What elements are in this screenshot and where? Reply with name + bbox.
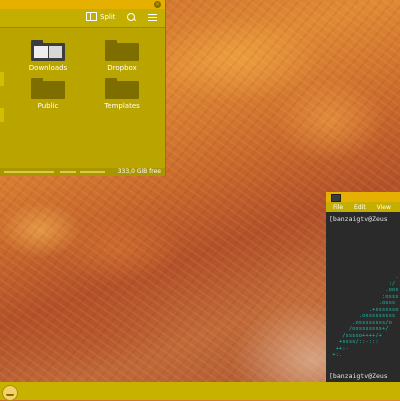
menu-file[interactable]: File	[333, 204, 343, 211]
partial-item	[0, 108, 4, 122]
split-icon	[86, 12, 97, 21]
ascii-logo: . :/ .oos :osss .osss .+sssssso .ossssss…	[332, 274, 399, 358]
terminal-icon	[331, 194, 341, 202]
folder-icon	[105, 78, 139, 99]
zoom-slider[interactable]	[4, 171, 54, 173]
file-manager-titlebar[interactable]: ×	[0, 0, 165, 9]
terminal-body[interactable]: [banzaigtv@Zeus . :/ .oos :osss .osss .+…	[326, 212, 400, 382]
thumbnail	[49, 46, 62, 58]
terminal-window: File Edit View [banzaigtv@Zeus . :/ .oos…	[326, 192, 400, 382]
search-icon[interactable]	[127, 13, 135, 21]
terminal-prompt: [banzaigtv@Zeus	[329, 372, 388, 380]
menu-edit[interactable]: Edit	[354, 204, 366, 211]
folder-item-templates[interactable]: Templates	[92, 78, 152, 110]
folder-label: Public	[37, 102, 59, 110]
terminal-menubar: File Edit View	[326, 202, 400, 212]
split-button[interactable]: Split	[86, 12, 116, 21]
status-bar: 333,0 GiB free	[0, 168, 165, 176]
file-manager-content: Downloads Dropbox Public Templates	[0, 28, 165, 168]
folder-item-dropbox[interactable]: Dropbox	[92, 40, 152, 72]
downloads-folder-icon	[31, 40, 65, 61]
bottom-panel	[0, 382, 400, 401]
folder-icon	[105, 40, 139, 61]
folder-label: Templates	[104, 102, 140, 110]
file-manager-window: × Split Downloads Dropbox Public Templat…	[0, 0, 166, 176]
folder-icon	[31, 78, 65, 99]
terminal-prompt: [banzaigtv@Zeus	[329, 215, 388, 223]
terminal-titlebar[interactable]	[326, 192, 400, 202]
status-segment	[60, 171, 76, 173]
app-menu-icon[interactable]	[2, 385, 18, 401]
status-segment	[80, 171, 105, 173]
menu-view[interactable]: View	[377, 204, 391, 211]
close-icon[interactable]: ×	[154, 1, 161, 8]
folder-label: Dropbox	[107, 64, 137, 72]
menu-icon[interactable]	[148, 14, 157, 21]
folder-item-downloads[interactable]: Downloads	[18, 40, 78, 72]
folder-item-public[interactable]: Public	[18, 78, 78, 110]
folder-label: Downloads	[28, 64, 68, 72]
split-label: Split	[100, 12, 116, 21]
partial-item	[0, 72, 4, 86]
thumbnail	[34, 46, 48, 58]
file-manager-toolbar: Split	[0, 9, 165, 28]
free-space-label: 333,0 GiB free	[117, 168, 161, 175]
